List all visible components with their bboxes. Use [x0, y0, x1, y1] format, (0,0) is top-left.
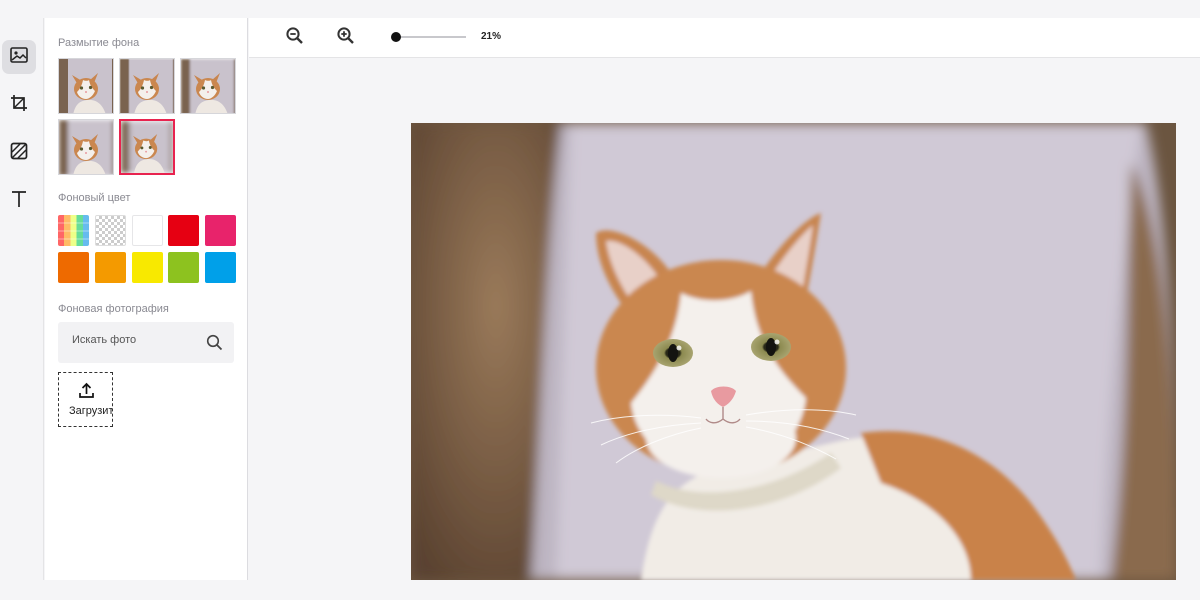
color-swatch-white[interactable]	[132, 215, 163, 246]
zoom-slider-track[interactable]	[396, 36, 466, 38]
cat-thumbnail	[59, 120, 113, 174]
zoom-out-icon	[286, 26, 304, 50]
zoom-in-button[interactable]	[334, 26, 358, 50]
bottom-strip	[0, 580, 1200, 600]
pattern-icon	[10, 142, 28, 165]
photo-search-input[interactable]	[72, 334, 202, 346]
blur-section-label: Размытие фона	[58, 37, 140, 49]
blur-option[interactable]	[119, 58, 175, 114]
color-swatch-multicolor[interactable]	[58, 215, 89, 246]
blur-option-selected[interactable]	[119, 119, 175, 175]
settings-panel: Размытие фона Фоновый цвет Фоновая фотог…	[45, 18, 248, 580]
tool-pattern-button[interactable]	[2, 136, 36, 170]
blur-option[interactable]	[58, 58, 114, 114]
tool-text-button[interactable]	[2, 184, 36, 218]
color-section-label: Фоновый цвет	[58, 192, 131, 204]
zoom-value: 21%	[481, 31, 502, 42]
cat-thumbnail	[121, 121, 173, 173]
upload-label: Загрузит	[69, 405, 113, 417]
upload-button[interactable]: Загрузит	[58, 372, 113, 427]
color-swatch-transparent[interactable]	[95, 215, 126, 246]
cat-thumbnail	[181, 59, 235, 113]
color-swatch-pink[interactable]	[205, 215, 236, 246]
color-swatch-red[interactable]	[168, 215, 199, 246]
zoom-in-icon	[337, 26, 355, 50]
zoom-out-button[interactable]	[283, 26, 307, 50]
cat-thumbnail	[59, 59, 113, 113]
color-swatch-amber[interactable]	[95, 252, 126, 283]
cat-photo[interactable]	[411, 123, 1176, 580]
zoom-slider-knob[interactable]	[391, 32, 401, 42]
search-icon[interactable]	[206, 334, 223, 356]
multicolor-grid	[58, 222, 89, 240]
color-swatch-yellow[interactable]	[132, 252, 163, 283]
tool-rail	[0, 18, 44, 580]
image-icon	[10, 46, 28, 68]
color-swatch-blue[interactable]	[205, 252, 236, 283]
photo-section-label: Фоновая фотография	[58, 303, 169, 315]
blur-option[interactable]	[58, 119, 114, 175]
crop-icon	[10, 94, 28, 117]
editor-app: Размытие фона Фоновый цвет Фоновая фотог…	[0, 0, 1200, 600]
cat-photo-image	[411, 123, 1176, 580]
canvas-toolbar: 21%	[249, 18, 1200, 58]
photo-search-box	[58, 322, 234, 363]
top-strip	[0, 0, 1200, 18]
blur-option[interactable]	[180, 58, 236, 114]
tool-background-button[interactable]	[2, 40, 36, 74]
tool-crop-button[interactable]	[2, 88, 36, 122]
text-icon	[10, 190, 28, 213]
color-swatch-green[interactable]	[168, 252, 199, 283]
cat-thumbnail	[120, 59, 174, 113]
upload-icon	[78, 382, 95, 404]
canvas-area	[249, 58, 1200, 580]
color-swatch-orange[interactable]	[58, 252, 89, 283]
